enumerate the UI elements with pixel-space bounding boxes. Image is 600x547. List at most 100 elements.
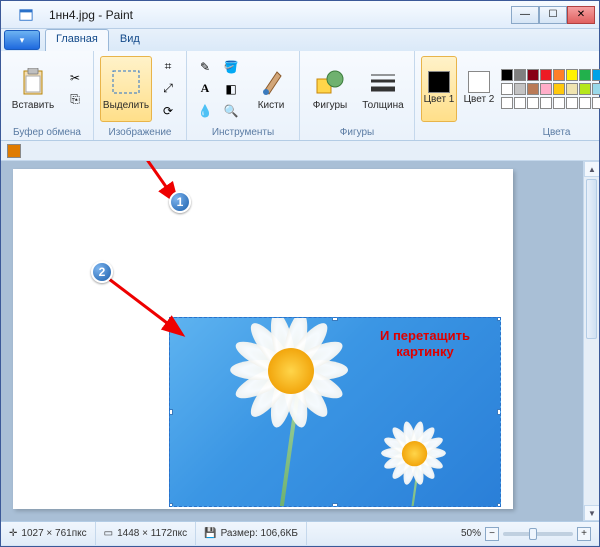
palette-color[interactable]	[566, 83, 578, 95]
zoom-slider[interactable]	[503, 532, 573, 536]
palette-empty[interactable]	[501, 97, 513, 109]
palette-color[interactable]	[514, 83, 526, 95]
group-tools: ✎ 🪣 A ◧ 💧 🔍 Кисти Инструменты	[187, 51, 300, 140]
rotate-button[interactable]: ⟳	[156, 101, 180, 121]
crop-icon: ⌗	[165, 59, 172, 74]
title-bar: 1нн4.jpg - Paint — ☐ ✕	[1, 1, 599, 29]
minimize-button[interactable]: —	[511, 6, 539, 24]
system-menu-icon[interactable]	[9, 5, 43, 25]
palette-empty[interactable]	[540, 97, 552, 109]
paste-button[interactable]: Вставить	[7, 56, 59, 122]
color-palette	[501, 69, 600, 109]
palette-empty[interactable]	[553, 97, 565, 109]
copy-icon: ⎘	[70, 92, 80, 107]
palette-color[interactable]	[501, 69, 513, 81]
vertical-scrollbar[interactable]: ▲ ▼	[583, 161, 599, 521]
palette-color[interactable]	[540, 69, 552, 81]
resize-handle[interactable]	[497, 409, 501, 415]
palette-color[interactable]	[501, 83, 513, 95]
palette-color[interactable]	[579, 69, 591, 81]
scissors-icon: ✂	[70, 71, 80, 85]
palette-color[interactable]	[566, 69, 578, 81]
palette-empty[interactable]	[527, 97, 539, 109]
brushes-button[interactable]: Кисти	[249, 56, 293, 122]
annotation-badge-1: 1	[169, 191, 191, 213]
zoom-out-button[interactable]: −	[485, 527, 499, 541]
resize-handle[interactable]	[169, 503, 173, 507]
disk-icon: 💾	[204, 528, 216, 539]
palette-color[interactable]	[553, 69, 565, 81]
fill-tool[interactable]: 🪣	[219, 57, 243, 77]
app-menu-button[interactable]: ▾	[4, 30, 40, 50]
thickness-icon	[367, 66, 399, 98]
annotation-badge-2: 2	[91, 261, 113, 283]
color2-button[interactable]: Цвет 2	[461, 56, 497, 122]
select-button[interactable]: Выделить	[100, 56, 152, 122]
palette-color[interactable]	[527, 83, 539, 95]
color1-swatch	[428, 71, 450, 93]
palette-empty[interactable]	[579, 97, 591, 109]
palette-empty[interactable]	[514, 97, 526, 109]
text-tool[interactable]: A	[193, 79, 217, 99]
palette-empty[interactable]	[566, 97, 578, 109]
palette-color[interactable]	[527, 69, 539, 81]
selection-size-icon: ▭	[104, 528, 113, 539]
maximize-button[interactable]: ☐	[539, 6, 567, 24]
brush-icon	[255, 66, 287, 98]
resize-button[interactable]: ⤢	[156, 79, 180, 99]
group-image: Выделить ⌗ ⤢ ⟳ Изображение	[94, 51, 187, 140]
color1-button[interactable]: Цвет 1	[421, 56, 457, 122]
dropper-icon: 💧	[198, 104, 213, 118]
eraser-tool[interactable]: ◧	[219, 79, 243, 99]
zoom-tool[interactable]: 🔍	[219, 101, 243, 121]
resize-handle[interactable]	[497, 503, 501, 507]
pencil-tool[interactable]: ✎	[193, 57, 217, 77]
tab-view[interactable]: Вид	[109, 29, 151, 51]
shapes-button[interactable]: Фигуры	[306, 56, 354, 122]
window-title: 1нн4.jpg - Paint	[49, 8, 511, 22]
group-shapes: Фигуры Толщина Фигуры	[300, 51, 415, 140]
copy-button[interactable]: ⎘	[63, 90, 87, 110]
close-button[interactable]: ✕	[567, 6, 595, 24]
ribbon: Вставить ✂ ⎘ Буфер обмена Выделить ⌗ ⤢ ⟳	[1, 51, 599, 141]
scroll-up-button[interactable]: ▲	[584, 161, 599, 177]
zoom-in-button[interactable]: +	[577, 527, 591, 541]
palette-color[interactable]	[514, 69, 526, 81]
cut-button[interactable]: ✂	[63, 68, 87, 88]
cursor-icon: ✛	[9, 528, 17, 539]
thickness-button[interactable]: Толщина	[358, 56, 408, 122]
scroll-down-button[interactable]: ▼	[584, 505, 599, 521]
zoom-thumb[interactable]	[529, 528, 537, 540]
palette-color[interactable]	[592, 69, 600, 81]
crop-button[interactable]: ⌗	[156, 57, 180, 77]
clipboard-icon	[17, 66, 49, 98]
palette-empty[interactable]	[592, 97, 600, 109]
shapes-icon	[314, 66, 346, 98]
status-cursor: ✛ 1027 × 761пкс	[1, 522, 96, 545]
tab-home[interactable]: Главная	[45, 29, 109, 51]
status-selection: ▭ 1448 × 1172пкс	[96, 522, 197, 545]
canvas-area[interactable]: И перетащитькартинку 1 2 ▲ ▼	[1, 161, 599, 521]
ribbon-tabs: Главная Вид	[1, 29, 599, 51]
scroll-thumb[interactable]	[586, 179, 597, 339]
annotation-drag-text: И перетащитькартинку	[380, 328, 470, 359]
palette-color[interactable]	[579, 83, 591, 95]
color2-swatch	[468, 71, 490, 93]
resize-handle[interactable]	[332, 503, 338, 507]
resize-icon: ⤢	[163, 81, 173, 96]
picker-tool[interactable]: 💧	[193, 101, 217, 121]
selection-region[interactable]: И перетащитькартинку	[169, 317, 501, 507]
rotate-icon: ⟳	[163, 104, 173, 118]
palette-color[interactable]	[553, 83, 565, 95]
resize-handle[interactable]	[169, 317, 173, 321]
resize-handle[interactable]	[332, 317, 338, 321]
resize-handle[interactable]	[497, 317, 501, 321]
palette-color[interactable]	[592, 83, 600, 95]
pencil-icon: ✎	[200, 60, 210, 74]
group-clipboard: Вставить ✂ ⎘ Буфер обмена	[1, 51, 94, 140]
quick-access-row	[1, 141, 599, 161]
quick-color-swatch[interactable]	[7, 144, 21, 158]
palette-color[interactable]	[540, 83, 552, 95]
resize-handle[interactable]	[169, 409, 173, 415]
status-bar: ✛ 1027 × 761пкс ▭ 1448 × 1172пкс 💾 Разме…	[1, 521, 599, 545]
